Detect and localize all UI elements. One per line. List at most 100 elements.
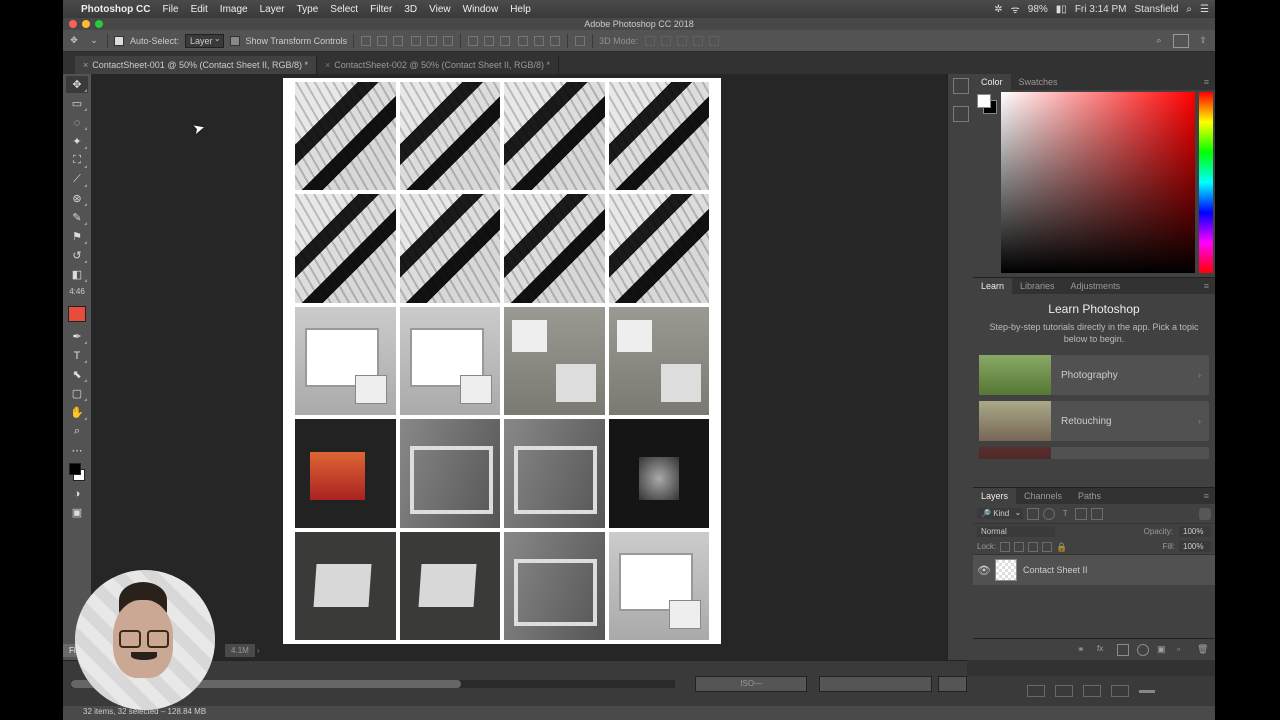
3d-orbit-icon[interactable] [644,35,656,47]
tab-swatches[interactable]: Swatches [1011,74,1066,90]
3d-slide-icon[interactable] [692,35,704,47]
filter-adjust-icon[interactable] [1043,508,1055,520]
close-icon[interactable]: × [83,60,88,70]
menu-filter[interactable]: Filter [370,4,392,15]
menu-window[interactable]: Window [463,4,499,15]
tab-adjustments[interactable]: Adjustments [1063,278,1129,294]
new-layer-icon[interactable]: ▫ [1177,644,1189,656]
hand-tool[interactable]: ✋ [66,404,88,421]
lock-all-icon[interactable]: 🔒 [1056,542,1066,552]
view-mode-2-icon[interactable] [1055,685,1073,697]
lock-nesting-icon[interactable] [1042,542,1052,552]
share-icon[interactable]: ⇧ [1195,34,1211,48]
lock-pixels-icon[interactable] [1014,542,1024,552]
menu-image[interactable]: Image [220,4,248,15]
3d-pan-icon[interactable] [676,35,688,47]
distribute-left-icon[interactable] [517,35,529,47]
3d-zoom-icon[interactable] [708,35,720,47]
iso-field[interactable]: ISO— [695,676,807,692]
document-tab-1[interactable]: × ContactSheet-001 @ 50% (Contact Sheet … [75,56,317,74]
shape-tool[interactable]: ▢ [66,385,88,402]
histogram-icon[interactable] [953,78,969,94]
align-bottom-icon[interactable] [392,35,404,47]
fg-swatch[interactable] [977,94,991,108]
view-mode-3-icon[interactable] [1083,685,1101,697]
group-icon[interactable]: ▣ [1157,644,1169,656]
panel-menu-icon[interactable]: ≡ [1198,74,1215,90]
edit-toolbar[interactable]: ⋯ [66,442,88,459]
align-vcenter-icon[interactable] [376,35,388,47]
tab-layers[interactable]: Layers [973,488,1016,504]
mask-icon[interactable] [1117,644,1129,656]
menu-view[interactable]: View [429,4,451,15]
auto-select-target-dropdown[interactable]: Layer [185,34,224,48]
type-tool[interactable]: T [66,347,88,364]
distribute-vcenter-icon[interactable] [483,35,495,47]
arrange-docs-icon[interactable] [1173,34,1189,48]
status-gear-icon[interactable]: ✲ [994,4,1002,15]
adjustment-icon[interactable] [1137,644,1149,656]
visibility-icon[interactable]: 👁 [977,564,989,577]
distribute-bottom-icon[interactable] [499,35,511,47]
swatches[interactable] [66,461,88,483]
panel-menu-icon[interactable]: ≡ [1198,488,1215,504]
tab-color[interactable]: Color [973,74,1011,90]
spotlight-icon[interactable]: ⌕ [1186,4,1192,15]
eyedropper-tool[interactable]: ⟋ [66,171,88,188]
layer-filter-kind[interactable]: 🔎 Kind [977,508,1023,519]
status-wifi-icon[interactable]: ᯤ [1011,2,1020,16]
align-hcenter-icon[interactable] [426,35,438,47]
app-name[interactable]: Photoshop CC [81,4,150,15]
layer-row[interactable]: 👁 Contact Sheet II [973,555,1215,585]
window-close-button[interactable] [69,20,77,28]
menu-type[interactable]: Type [297,4,319,15]
distribute-right-icon[interactable] [549,35,561,47]
menu-file[interactable]: File [162,4,178,15]
panel-menu-icon[interactable]: ≡ [1198,278,1215,294]
search-icon[interactable]: ⌕ [1151,34,1167,48]
path-select-tool[interactable]: ⬉ [66,366,88,383]
menu-select[interactable]: Select [330,4,358,15]
screen-mode-icon[interactable]: ▣ [66,504,88,521]
trash-icon[interactable]: 🗑 [1197,644,1209,656]
pen-tool[interactable]: ✒ [66,328,88,345]
tab-learn[interactable]: Learn [973,278,1012,294]
3d-roll-icon[interactable] [660,35,672,47]
window-zoom-button[interactable] [95,20,103,28]
info-icon[interactable] [953,106,969,122]
auto-select-checkbox[interactable] [114,36,124,46]
move-tool[interactable]: ✥ [66,76,88,93]
link-layers-icon[interactable]: ⚭ [1077,644,1089,656]
menu-help[interactable]: Help [510,4,531,15]
brush-tool[interactable]: ✎ [66,209,88,226]
crop-tool[interactable]: ⛶ [66,152,88,169]
window-minimize-button[interactable] [82,20,90,28]
lock-position-icon[interactable] [1028,542,1038,552]
menu-list-icon[interactable]: ☰ [1200,4,1209,15]
eraser-tool[interactable]: ◧ [66,266,88,283]
layer-name[interactable]: Contact Sheet II [1023,565,1088,575]
fill-field[interactable]: 100% [1179,541,1211,552]
user-name[interactable]: Stansfield [1135,4,1179,15]
marquee-tool[interactable]: ▭ [66,95,88,112]
tab-paths[interactable]: Paths [1070,488,1109,504]
menu-layer[interactable]: Layer [260,4,285,15]
auto-align-icon[interactable] [574,35,586,47]
distribute-hcenter-icon[interactable] [533,35,545,47]
metadata-dropdown[interactable] [938,676,967,692]
filter-pixel-icon[interactable] [1027,508,1039,520]
zoom-tool[interactable]: ⌕ [66,423,88,440]
filter-toggle[interactable] [1199,508,1211,520]
menu-3d[interactable]: 3D [404,4,417,15]
healing-tool[interactable]: ⊛ [66,190,88,207]
tool-preset-dropdown[interactable]: ⌄ [87,34,101,48]
thumb-size-slider[interactable] [1139,690,1155,693]
color-field[interactable] [1001,92,1195,273]
learn-card-partial[interactable] [979,447,1209,459]
fx-icon[interactable]: fx [1097,644,1109,656]
quick-select-tool[interactable]: ✦ [66,133,88,150]
canvas-area[interactable]: ➤ [91,74,947,660]
document-tab-2[interactable]: × ContactSheet-002 @ 50% (Contact Sheet … [317,56,559,74]
align-left-icon[interactable] [410,35,422,47]
filter-smart-icon[interactable] [1091,508,1103,520]
